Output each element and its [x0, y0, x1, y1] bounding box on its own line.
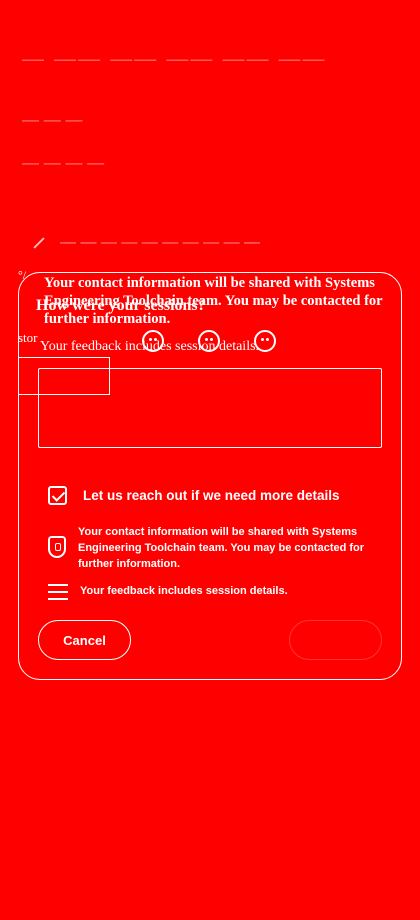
- background-feedback-text: — — — — — — — — — —: [60, 234, 261, 251]
- cancel-button[interactable]: Cancel: [38, 620, 131, 660]
- overlay-feedback-info-text: Your feedback includes session details.: [40, 339, 260, 354]
- submit-button[interactable]: [289, 620, 382, 660]
- session-info-text: Your feedback includes session details.: [80, 585, 288, 597]
- dialog-question-title: How were your sessions?: [36, 297, 206, 314]
- contact-info-text: Your contact information will be shared …: [78, 526, 365, 570]
- reach-out-checkbox[interactable]: [48, 486, 67, 505]
- overlay-story-label: stor: [18, 330, 38, 345]
- reach-out-checkbox-row[interactable]: Let us reach out if we need more details: [48, 486, 340, 505]
- background-text-1: — — —: [22, 110, 83, 129]
- background-text-2: — — — —: [22, 153, 105, 172]
- reach-out-label: Let us reach out if we need more details: [83, 488, 340, 503]
- session-info-row: Your feedback includes session details.: [48, 583, 370, 600]
- overlay-story-box: [18, 357, 110, 395]
- pen-icon: [30, 235, 46, 251]
- list-lines-icon: [48, 584, 68, 600]
- contact-info-row: Your contact information will be shared …: [48, 524, 368, 572]
- background-heading: — —— —— —— —— ——: [22, 46, 327, 71]
- overlay-corner-text: °/: [18, 268, 27, 282]
- background-feedback-link[interactable]: — — — — — — — — — —: [30, 234, 260, 252]
- shield-lock-icon: [48, 536, 66, 558]
